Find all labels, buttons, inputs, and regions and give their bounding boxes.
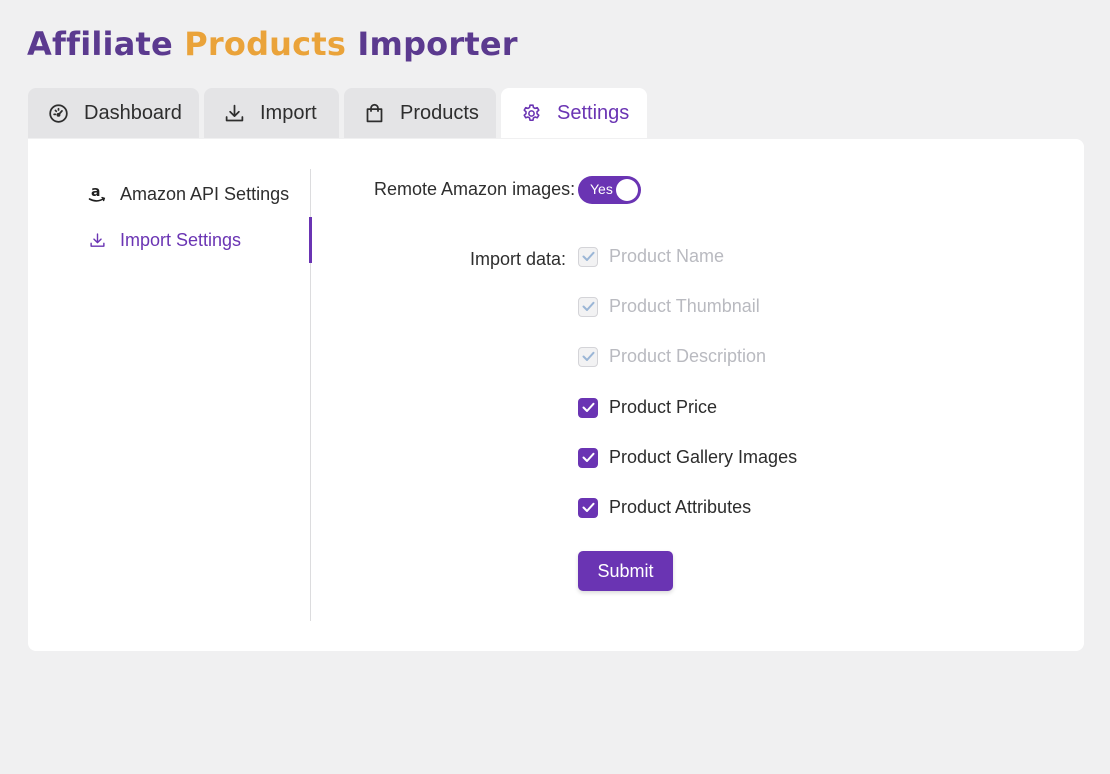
checkbox-product-price[interactable] <box>578 397 598 418</box>
gear-icon <box>521 103 542 124</box>
option-product-attributes: Product Attributes <box>578 497 751 518</box>
tab-products[interactable]: Products <box>344 88 496 138</box>
checkbox-product-gallery-images[interactable] <box>578 447 598 468</box>
import-data-label-text: Import data <box>470 249 562 269</box>
sidebar-item-label: Amazon API Settings <box>120 183 290 204</box>
page-title: Affiliate Products Importer <box>27 25 518 63</box>
option-label[interactable]: Product Attributes <box>609 497 751 518</box>
remote-images-toggle[interactable]: Yes <box>578 176 641 204</box>
tab-import-label: Import <box>260 101 317 124</box>
checkbox-product-attributes[interactable] <box>578 497 598 518</box>
submit-button[interactable]: Submit <box>578 551 673 591</box>
tab-import[interactable]: Import <box>204 88 339 138</box>
option-product-description: Product Description <box>578 346 766 367</box>
page-title-products: Products <box>184 25 347 63</box>
import-data-colon: : <box>561 249 567 269</box>
tab-dashboard[interactable]: Dashboard <box>28 88 199 138</box>
checkbox-product-thumbnail <box>578 296 598 317</box>
amazon-icon: a <box>88 184 106 204</box>
page-title-importer: Importer <box>346 25 518 63</box>
tab-dashboard-label: Dashboard <box>84 101 182 124</box>
tab-bar: Dashboard Import Products Settings <box>28 88 647 138</box>
toggle-knob <box>616 179 638 201</box>
settings-sidebar: a Amazon API Settings Import Settings <box>28 169 312 621</box>
tab-products-label: Products <box>400 101 479 124</box>
remote-images-colon: : <box>570 179 576 199</box>
import-data-label: Import data: <box>470 249 566 270</box>
svg-text:a: a <box>91 184 100 200</box>
download-icon <box>88 232 106 249</box>
remote-images-label-text: Remote Amazon images <box>374 179 571 199</box>
option-product-gallery-images: Product Gallery Images <box>578 447 797 468</box>
sidebar-item-label: Import Settings <box>120 229 242 250</box>
option-label: Product Name <box>609 246 725 266</box>
option-product-name: Product Name <box>578 246 724 267</box>
checkbox-product-name <box>578 246 598 267</box>
speedometer-icon <box>48 103 69 124</box>
remote-images-label: Remote Amazon images: <box>374 179 575 200</box>
download-icon <box>224 103 245 124</box>
sidebar-item-import-settings[interactable]: Import Settings <box>88 217 312 263</box>
tab-settings-label: Settings <box>557 101 630 124</box>
sidebar-item-amazon-api-settings[interactable]: a Amazon API Settings <box>88 171 310 217</box>
settings-panel: a Amazon API Settings Import Settings Re… <box>28 139 1084 651</box>
option-label: Product Thumbnail <box>609 296 760 316</box>
option-label[interactable]: Product Price <box>609 397 717 418</box>
page-title-affiliate: Affiliate <box>27 25 185 63</box>
option-label[interactable]: Product Gallery Images <box>609 447 797 468</box>
checkbox-product-description <box>578 346 598 367</box>
option-product-thumbnail: Product Thumbnail <box>578 296 760 317</box>
toggle-value: Yes <box>590 181 613 197</box>
option-product-price: Product Price <box>578 397 717 418</box>
tab-settings[interactable]: Settings <box>501 88 647 138</box>
shopping-bag-icon <box>364 103 385 124</box>
option-label: Product Description <box>609 346 767 366</box>
